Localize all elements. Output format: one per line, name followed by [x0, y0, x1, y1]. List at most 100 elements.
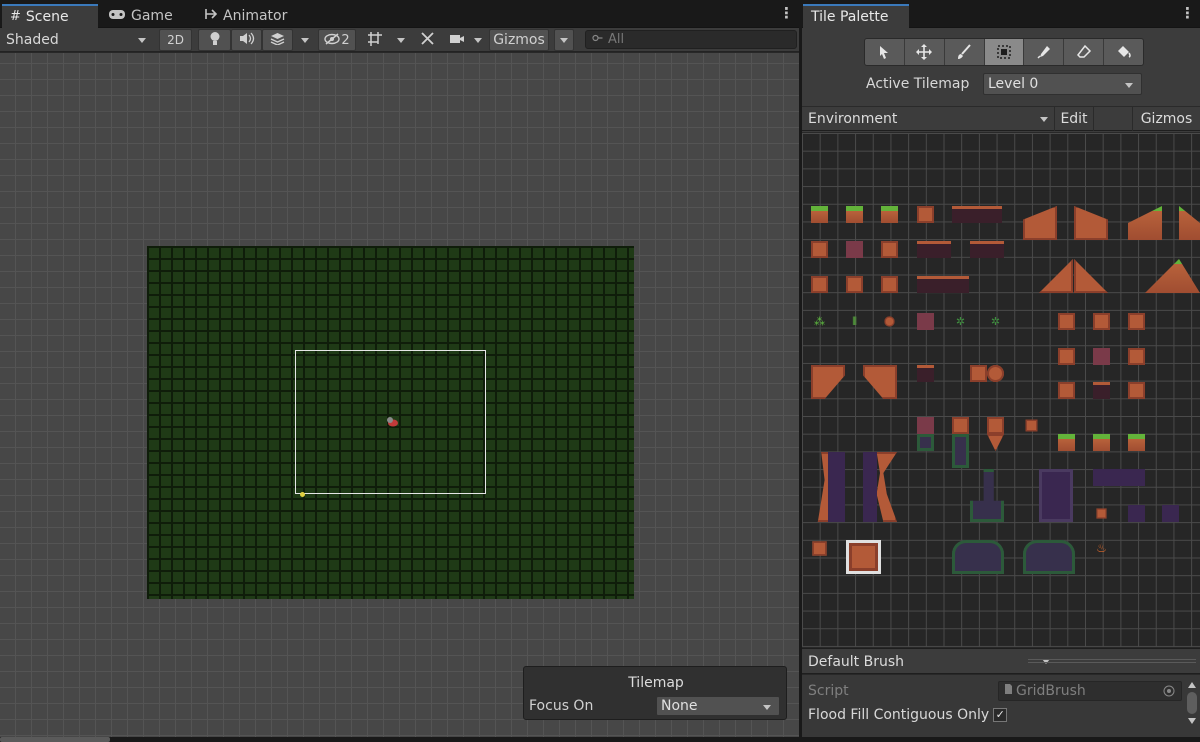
tile[interactable]: ♨ [1093, 540, 1110, 557]
tile[interactable] [1128, 434, 1145, 451]
fill-bucket-icon[interactable] [1104, 39, 1143, 65]
tile[interactable] [1128, 382, 1145, 399]
tile[interactable] [987, 365, 1004, 382]
tile[interactable] [884, 316, 895, 327]
tile[interactable] [881, 276, 898, 293]
tile[interactable] [1128, 505, 1145, 522]
tile[interactable] [1039, 259, 1073, 293]
tab-scene[interactable]: # Scene [2, 4, 98, 28]
tile[interactable] [970, 241, 1004, 258]
tile[interactable]: ✲ [952, 313, 969, 330]
tile[interactable] [1128, 348, 1145, 365]
tile[interactable] [1096, 508, 1107, 519]
tile[interactable] [846, 540, 881, 574]
tile[interactable] [811, 206, 828, 223]
object-picker-icon[interactable] [1163, 685, 1175, 701]
tile[interactable] [1023, 206, 1057, 240]
tile[interactable] [970, 365, 987, 382]
grid-snap-dropdown[interactable] [391, 29, 411, 51]
edit-button[interactable]: Edit [1054, 107, 1094, 131]
tile[interactable] [917, 206, 934, 223]
focus-on-dropdown[interactable]: None [656, 696, 780, 716]
tile[interactable] [1025, 419, 1038, 432]
eraser-icon[interactable] [1064, 39, 1105, 65]
flood-fill-checkbox[interactable]: ✓ [993, 708, 1008, 722]
tile[interactable] [846, 276, 863, 293]
tile[interactable]: ⁂ [811, 313, 828, 330]
tile[interactable] [846, 241, 863, 258]
tile[interactable] [1128, 313, 1145, 330]
grid-snap-button[interactable] [360, 29, 390, 51]
tile[interactable] [1093, 469, 1145, 486]
tile[interactable] [1058, 434, 1075, 451]
tile[interactable] [1058, 348, 1075, 365]
tile[interactable] [1162, 505, 1179, 522]
tab-animator[interactable]: Animator [196, 4, 295, 28]
hidden-objects-toggle[interactable]: 2 [318, 29, 356, 51]
tile[interactable] [811, 241, 828, 258]
tile[interactable] [917, 434, 934, 451]
tile[interactable] [917, 417, 934, 434]
tile[interactable] [987, 434, 1004, 451]
tile[interactable] [1058, 313, 1075, 330]
scene-horizontal-scrollbar[interactable] [0, 737, 110, 742]
effects-toggle[interactable] [262, 29, 293, 51]
scroll-thumb[interactable] [1187, 692, 1197, 714]
tile[interactable] [1023, 540, 1075, 574]
tile[interactable] [917, 241, 951, 258]
tile[interactable] [987, 417, 1004, 434]
camera-dropdown[interactable] [468, 29, 488, 51]
tile[interactable] [1145, 259, 1179, 293]
tile[interactable] [881, 206, 898, 223]
tile[interactable] [1039, 469, 1073, 522]
tile[interactable] [1093, 382, 1110, 399]
splitter-handle[interactable] [1028, 659, 1196, 663]
tile[interactable] [1093, 313, 1110, 330]
brush-dropdown[interactable]: Default Brush [802, 649, 1054, 674]
tools-button[interactable] [415, 29, 439, 51]
box-fill-icon[interactable] [984, 39, 1025, 65]
player-sprite[interactable] [385, 416, 399, 432]
tile[interactable] [846, 206, 863, 223]
palette-tile-grid[interactable]: ⁂ ⫴ ✲ ✲ ♨ [802, 133, 1200, 647]
palette-gizmos-button[interactable]: Gizmos [1132, 107, 1200, 131]
palette-dropdown[interactable]: Environment [802, 107, 1054, 131]
move-icon[interactable] [905, 39, 945, 65]
tile[interactable] [811, 365, 845, 399]
paintbrush-icon[interactable] [945, 39, 985, 65]
camera-button[interactable] [446, 29, 468, 51]
palette-menu-icon[interactable]: ⋮ [1180, 6, 1195, 22]
tile[interactable] [970, 469, 1004, 522]
tile[interactable] [1093, 434, 1110, 451]
tile[interactable] [917, 276, 969, 293]
tile[interactable] [1058, 382, 1075, 399]
tile[interactable] [917, 313, 934, 330]
tile[interactable] [828, 452, 845, 522]
tile[interactable] [881, 241, 898, 258]
tile[interactable] [952, 540, 1004, 574]
tile[interactable] [863, 365, 897, 399]
tile[interactable] [811, 276, 828, 293]
select-icon[interactable] [865, 39, 905, 65]
tile[interactable] [812, 541, 827, 556]
tile[interactable] [1093, 348, 1110, 365]
tile[interactable] [952, 434, 969, 468]
tile[interactable] [1179, 206, 1200, 240]
picker-icon[interactable] [1024, 39, 1065, 65]
audio-toggle[interactable] [231, 29, 262, 51]
tile[interactable] [1074, 206, 1108, 240]
tile[interactable] [952, 417, 969, 434]
scroll-down-icon[interactable] [1188, 718, 1196, 724]
tab-game[interactable]: Game [100, 4, 181, 28]
tile[interactable] [863, 452, 877, 522]
tile[interactable] [1128, 206, 1162, 240]
gizmos-dropdown[interactable] [554, 29, 574, 51]
shading-mode-dropdown[interactable]: Shaded [2, 29, 152, 51]
tile[interactable]: ✲ [987, 313, 1004, 330]
scroll-up-icon[interactable] [1188, 682, 1196, 688]
scene-menu-icon[interactable]: ⋮ [779, 6, 794, 22]
tile[interactable]: ⫴ [846, 313, 863, 330]
toggle-2d-button[interactable]: 2D [159, 29, 192, 51]
tab-tile-palette[interactable]: Tile Palette [803, 4, 909, 28]
gizmos-button[interactable]: Gizmos [489, 29, 549, 51]
